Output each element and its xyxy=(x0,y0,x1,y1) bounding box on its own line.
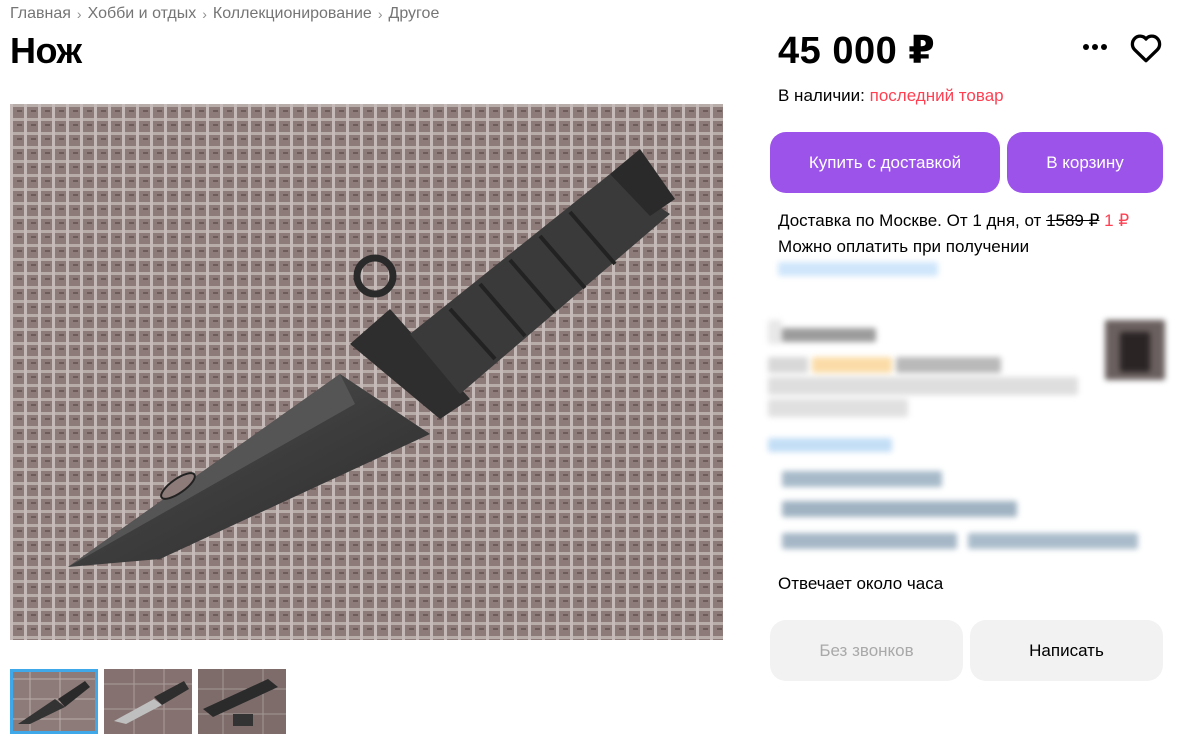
delivery-old-price: 1589 ₽ xyxy=(1046,211,1100,230)
blurred-seller-name xyxy=(768,318,878,348)
no-calls-button[interactable]: Без звонков xyxy=(770,620,963,681)
breadcrumb-separator: › xyxy=(202,6,207,22)
breadcrumb: Главная › Хобби и отдых › Коллекциониров… xyxy=(10,4,439,24)
more-dots-icon[interactable] xyxy=(1080,32,1110,62)
thumbnail-2[interactable] xyxy=(104,669,192,734)
blurred-link xyxy=(778,258,938,280)
thumbnail-3[interactable] xyxy=(198,669,286,734)
thumbnail-strip xyxy=(10,669,286,734)
stock-label: В наличии: xyxy=(778,86,870,105)
blurred-seller-details xyxy=(768,465,1148,555)
delivery-new-price: 1 ₽ xyxy=(1104,211,1130,230)
breadcrumb-home[interactable]: Главная xyxy=(10,5,71,23)
breadcrumb-separator: › xyxy=(76,6,82,22)
breadcrumb-hobby[interactable]: Хобби и отдых xyxy=(88,5,197,23)
blurred-seller-link xyxy=(768,434,898,460)
main-product-photo[interactable] xyxy=(10,104,723,640)
page-title: Нож xyxy=(10,30,82,71)
delivery-text: Доставка по Москве. От 1 дня, от xyxy=(778,211,1047,230)
buy-with-delivery-button[interactable]: Купить с доставкой xyxy=(770,132,1000,193)
blurred-avatar xyxy=(1095,312,1173,392)
thumbnail-1[interactable] xyxy=(10,669,98,734)
breadcrumb-separator: › xyxy=(377,6,383,22)
price: 45 000 ₽ xyxy=(778,30,936,72)
stock-status: В наличии: последний товар xyxy=(778,86,1004,106)
add-to-cart-button[interactable]: В корзину xyxy=(1007,132,1163,193)
stock-last-item: последний товар xyxy=(869,86,1004,105)
blurred-seller-rating xyxy=(768,355,1088,425)
breadcrumb-other[interactable]: Другое xyxy=(389,5,440,23)
breadcrumb-collecting[interactable]: Коллекционирование xyxy=(213,5,372,23)
delivery-info: Доставка по Москве. От 1 дня, от 1589 ₽ … xyxy=(778,208,1129,260)
heart-icon[interactable] xyxy=(1128,30,1164,66)
delivery-line: Доставка по Москве. От 1 дня, от 1589 ₽ … xyxy=(778,208,1129,234)
write-message-button[interactable]: Написать xyxy=(970,620,1163,681)
payment-on-delivery: Можно оплатить при получении xyxy=(778,237,1030,256)
seller-reply-time: Отвечает около часа xyxy=(778,574,944,593)
